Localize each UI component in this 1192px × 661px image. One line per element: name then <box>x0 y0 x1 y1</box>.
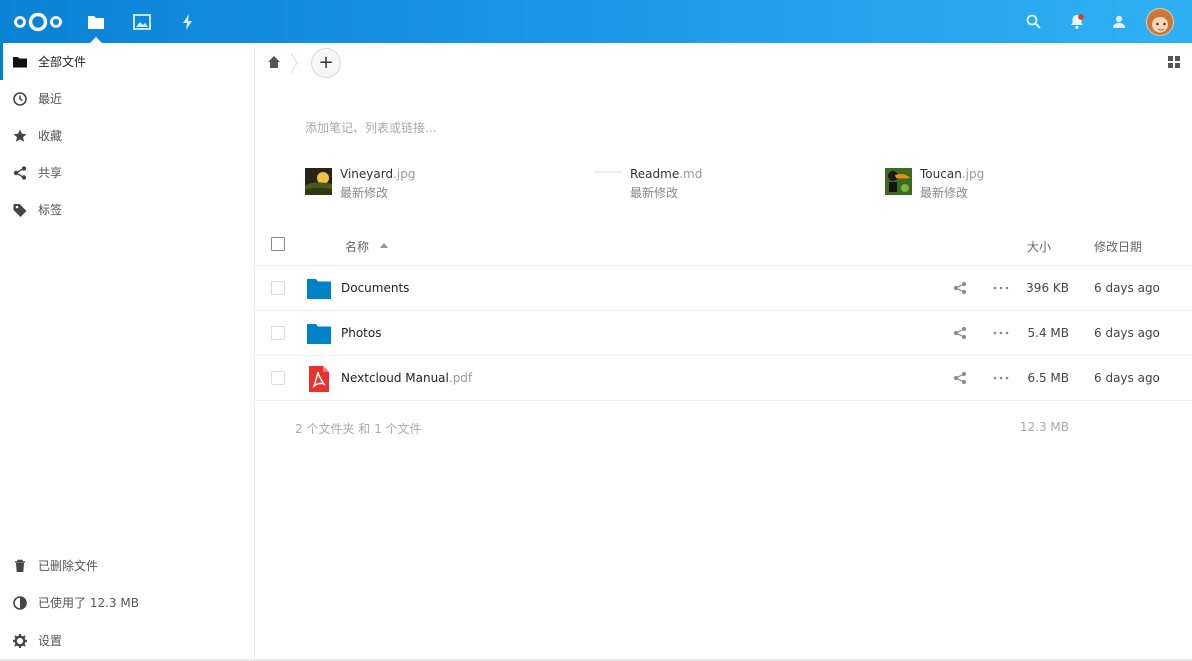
sidebar-item-label: 已删除文件 <box>38 559 99 573</box>
file-size: 6.5 MB <box>1027 371 1069 385</box>
sort-ascending-icon[interactable] <box>380 243 388 248</box>
bell-icon[interactable] <box>1066 11 1088 33</box>
folder-icon <box>307 279 331 299</box>
avatar[interactable] <box>1146 8 1174 36</box>
recent-file-name: Readme.md <box>630 167 703 181</box>
star-icon <box>13 129 27 142</box>
share-icon <box>13 165 27 180</box>
file-size: 5.4 MB <box>1027 326 1069 340</box>
recent-file-name: Toucan.jpg <box>920 167 985 181</box>
recent-file-readme[interactable]: Readme.md 最新修改 <box>595 167 795 200</box>
column-size-header[interactable]: 大小 <box>1027 238 1051 255</box>
new-file-button[interactable]: + <box>311 48 341 78</box>
file-name[interactable]: Documents <box>341 281 409 295</box>
table-row[interactable]: Documents 396 KB 6 days ago <box>255 266 1192 311</box>
share-icon[interactable] <box>953 326 967 340</box>
pie-chart-icon <box>13 595 27 610</box>
sidebar-item-deleted-files[interactable]: 已删除文件 <box>0 547 254 584</box>
row-checkbox[interactable] <box>271 371 285 385</box>
file-summary: 2 个文件夹 和 1 个文件 <box>295 422 422 436</box>
sidebar-item-label: 全部文件 <box>38 55 87 69</box>
sidebar-item-settings[interactable]: 设置 <box>0 622 254 659</box>
recent-file-toucan[interactable]: Toucan.jpg 最新修改 <box>885 167 1085 200</box>
table-row[interactable]: Nextcloud Manual.pdf 6.5 MB 6 days ago <box>255 356 1192 401</box>
share-icon[interactable] <box>953 281 967 295</box>
sidebar-item-label: 设置 <box>38 634 63 648</box>
recent-file-subtitle: 最新修改 <box>630 186 679 200</box>
file-name[interactable]: Photos <box>341 326 381 340</box>
tag-icon <box>13 203 27 217</box>
row-checkbox[interactable] <box>271 281 285 295</box>
sidebar-item-favorites[interactable]: 收藏 <box>0 117 254 154</box>
select-all-checkbox[interactable] <box>271 237 285 251</box>
total-size: 12.3 MB <box>1019 420 1069 434</box>
folder-icon <box>13 56 27 67</box>
file-modified-date: 6 days ago <box>1094 371 1160 385</box>
sidebar-item-shared[interactable]: 共享 <box>0 154 254 191</box>
folder-icon[interactable] <box>84 10 108 34</box>
breadcrumb-separator <box>290 52 298 74</box>
column-name-header[interactable]: 名称 <box>345 238 369 255</box>
share-icon[interactable] <box>953 371 967 385</box>
file-modified-date: 6 days ago <box>1094 326 1160 340</box>
table-row[interactable]: Photos 5.4 MB 6 days ago <box>255 311 1192 356</box>
sidebar: 全部文件 最近 收藏 共享 标签 已删除文件 已使用了 12.3 MB 设置 <box>0 43 255 661</box>
sidebar-item-label: 共享 <box>38 166 63 180</box>
sidebar-item-label: 标签 <box>38 203 63 217</box>
sidebar-item-all-files[interactable]: 全部文件 <box>0 43 254 80</box>
row-checkbox[interactable] <box>271 326 285 340</box>
file-modified-date: 6 days ago <box>1094 281 1160 295</box>
search-icon[interactable] <box>1023 11 1045 33</box>
contacts-icon[interactable] <box>1108 11 1130 33</box>
file-size: 396 KB <box>1026 281 1069 295</box>
sidebar-item-label: 最近 <box>38 92 63 106</box>
text-file-thumbnail <box>595 171 622 173</box>
sidebar-item-quota[interactable]: 已使用了 12.3 MB <box>0 584 254 621</box>
sidebar-item-recent[interactable]: 最近 <box>0 80 254 117</box>
nextcloud-logo[interactable] <box>12 11 64 33</box>
lightning-icon[interactable] <box>176 10 200 34</box>
clock-icon <box>13 91 27 106</box>
home-icon[interactable] <box>267 55 281 69</box>
sidebar-item-label: 收藏 <box>38 129 63 143</box>
recent-file-subtitle: 最新修改 <box>340 186 389 200</box>
grid-view-icon[interactable] <box>1167 55 1181 69</box>
top-header <box>0 0 1192 43</box>
sidebar-item-label: 已使用了 12.3 MB <box>38 596 139 610</box>
toucan-thumbnail <box>885 168 912 195</box>
recent-file-name: Vineyard.jpg <box>340 167 416 181</box>
image-icon[interactable] <box>130 10 154 34</box>
folder-icon <box>307 324 331 344</box>
sidebar-item-tags[interactable]: 标签 <box>0 191 254 228</box>
file-name[interactable]: Nextcloud Manual.pdf <box>341 371 472 385</box>
rich-workspace-input[interactable]: 添加笔记、列表或链接... <box>305 119 905 139</box>
recent-file-vineyard[interactable]: Vineyard.jpg 最新修改 <box>305 167 505 200</box>
column-date-header[interactable]: 修改日期 <box>1094 238 1142 255</box>
gear-icon <box>13 633 27 648</box>
trash-icon <box>15 559 25 572</box>
file-table-header: 名称 大小 修改日期 <box>255 230 1192 266</box>
vineyard-thumbnail <box>305 168 332 195</box>
recent-file-subtitle: 最新修改 <box>920 186 969 200</box>
main-content: + 添加笔记、列表或链接... Vineyard.jpg 最新修改 Readme… <box>255 43 1192 661</box>
pdf-file-icon <box>309 366 329 392</box>
